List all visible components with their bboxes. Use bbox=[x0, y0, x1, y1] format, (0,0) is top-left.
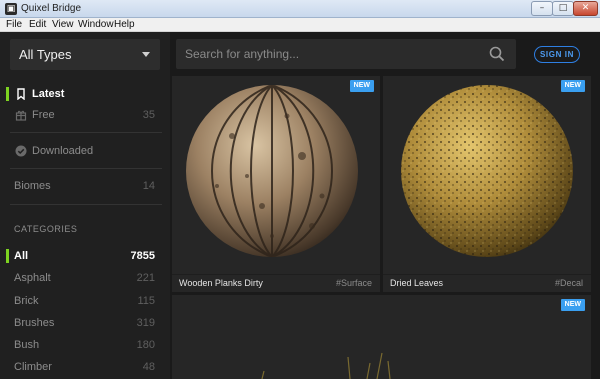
asset-name: Dried Leaves bbox=[390, 278, 444, 288]
sidebar-item-label: Free bbox=[32, 109, 55, 121]
category-bush[interactable]: Bush 180 bbox=[0, 336, 170, 356]
search-placeholder: Search for anything... bbox=[185, 47, 300, 61]
sign-in-button[interactable]: SIGN IN bbox=[534, 46, 580, 63]
asset-card-third[interactable]: NEW bbox=[172, 295, 591, 379]
main-content: Search for anything... SIGN IN NEW Woode… bbox=[170, 32, 600, 379]
asset-tag[interactable]: #Decal bbox=[555, 278, 583, 288]
menu-help[interactable]: Help bbox=[114, 19, 135, 30]
close-button[interactable]: ✕ bbox=[573, 1, 598, 16]
search-input[interactable]: Search for anything... bbox=[176, 39, 516, 69]
scrollbar[interactable] bbox=[594, 75, 600, 379]
category-brushes[interactable]: Brushes 319 bbox=[0, 314, 170, 334]
type-select-value: All Types bbox=[19, 47, 72, 62]
asset-card-wooden-planks[interactable]: NEW Wooden Planks Dirty #Surface bbox=[172, 76, 380, 292]
category-asphalt[interactable]: Asphalt 221 bbox=[0, 269, 170, 289]
sidebar-divider bbox=[10, 168, 162, 169]
window-title: Quixel Bridge bbox=[21, 3, 82, 14]
gift-icon bbox=[15, 110, 27, 121]
sidebar-item-biomes[interactable]: Biomes 14 bbox=[0, 177, 170, 197]
sidebar-item-label: Latest bbox=[32, 88, 65, 100]
sidebar-item-count: 35 bbox=[142, 109, 155, 121]
app-logo-icon: ▣ bbox=[5, 3, 17, 15]
category-count: 221 bbox=[136, 272, 155, 284]
sidebar-item-count: 14 bbox=[142, 180, 155, 192]
category-brick[interactable]: Brick 115 bbox=[0, 292, 170, 312]
category-count: 7855 bbox=[130, 250, 155, 262]
bookmark-icon bbox=[17, 88, 25, 100]
search-icon[interactable] bbox=[489, 46, 505, 62]
category-label: All bbox=[14, 250, 29, 262]
card-divider bbox=[383, 274, 591, 275]
menu-bar: File Edit View Window Help bbox=[0, 18, 600, 32]
category-count: 48 bbox=[142, 361, 155, 373]
title-bar[interactable]: ▣ Quixel Bridge – □ ✕ bbox=[0, 0, 600, 18]
sidebar-item-label: Downloaded bbox=[32, 145, 94, 157]
categories-heading: CATEGORIES bbox=[14, 224, 78, 234]
leaves-sphere-preview bbox=[401, 85, 573, 257]
sidebar-item-free[interactable]: Free 35 bbox=[0, 106, 170, 126]
active-indicator bbox=[6, 87, 9, 101]
asset-tag[interactable]: #Surface bbox=[336, 278, 372, 288]
asset-thumbnail bbox=[383, 76, 591, 266]
check-circle-icon bbox=[15, 145, 27, 157]
category-count: 319 bbox=[136, 317, 155, 329]
sidebar-item-downloaded[interactable]: Downloaded bbox=[0, 142, 170, 162]
maximize-button[interactable]: □ bbox=[552, 1, 574, 16]
category-climber[interactable]: Climber 48 bbox=[0, 358, 170, 378]
sidebar-item-latest[interactable]: Latest bbox=[0, 85, 170, 105]
menu-view[interactable]: View bbox=[52, 19, 74, 30]
card-divider bbox=[172, 274, 380, 275]
category-label: Brick bbox=[14, 295, 39, 307]
sidebar-divider bbox=[10, 132, 162, 133]
active-indicator bbox=[6, 249, 9, 263]
menu-file[interactable]: File bbox=[6, 19, 22, 30]
plant-preview bbox=[261, 352, 391, 379]
category-label: Brushes bbox=[14, 317, 55, 329]
asset-card-dried-leaves[interactable]: NEW Dried Leaves #Decal bbox=[383, 76, 591, 292]
minimize-button[interactable]: – bbox=[531, 1, 553, 16]
asset-name: Wooden Planks Dirty bbox=[179, 278, 263, 288]
category-count: 115 bbox=[137, 295, 155, 307]
wooden-sphere-preview bbox=[186, 85, 358, 257]
new-badge: NEW bbox=[349, 80, 374, 92]
type-select-dropdown[interactable]: All Types bbox=[10, 39, 160, 70]
category-all[interactable]: All 7855 bbox=[0, 247, 170, 267]
new-badge: NEW bbox=[560, 80, 585, 92]
menu-window[interactable]: Window bbox=[78, 19, 114, 30]
app-window: ▣ Quixel Bridge – □ ✕ File Edit View Win… bbox=[0, 0, 600, 379]
sidebar: All Types Latest Free 35 Downloaded Biom… bbox=[0, 32, 170, 379]
category-label: Climber bbox=[14, 361, 52, 373]
category-label: Asphalt bbox=[14, 272, 51, 284]
category-count: 180 bbox=[136, 339, 155, 351]
chevron-down-icon bbox=[142, 52, 150, 57]
menu-edit[interactable]: Edit bbox=[29, 19, 46, 30]
asset-thumbnail bbox=[172, 76, 380, 266]
sidebar-item-label: Biomes bbox=[14, 180, 51, 192]
category-label: Bush bbox=[14, 339, 40, 351]
sidebar-divider bbox=[10, 204, 162, 205]
